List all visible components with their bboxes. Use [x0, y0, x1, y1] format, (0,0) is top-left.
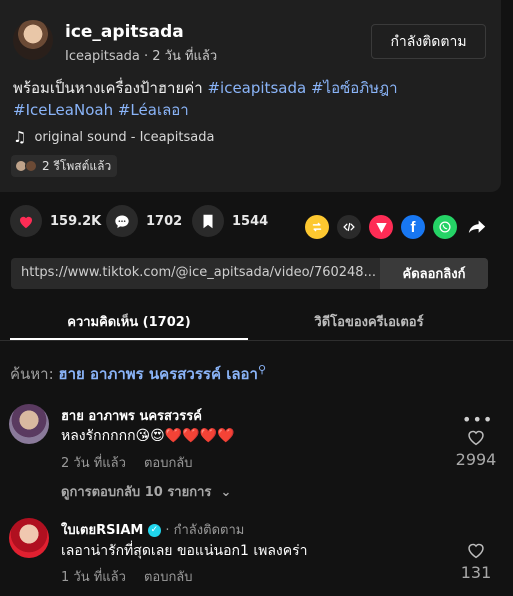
comment-like[interactable]: 2994 — [446, 428, 506, 469]
comment-text: เลอาน่ารักที่สุดเลย ขอแน่นอก1 เพลงคร่า — [61, 543, 308, 559]
verified-badge-icon: ✓ — [147, 524, 161, 537]
following-button[interactable]: กำลังติดตาม — [371, 24, 486, 59]
hashtag-link[interactable]: #Léaเลอา — [118, 101, 189, 119]
reply-button[interactable]: ตอบกลับ — [144, 566, 193, 587]
active-tab-indicator — [10, 338, 248, 340]
copy-link-button[interactable]: คัดลอกลิงก์ — [380, 258, 488, 289]
comment-time: 2 วัน ที่แล้ว — [61, 456, 126, 471]
sound-link[interactable]: ♫ original sound - Iceapitsada — [13, 128, 214, 146]
tab-comments[interactable]: ความคิดเห็น (1702) — [10, 311, 248, 332]
repost-label: 2 รีโพสต์แล้ว — [42, 158, 112, 173]
search-prefix: ค้นหา: — [10, 365, 59, 383]
hashtag-link[interactable]: #IceLeaNoah — [13, 101, 113, 119]
comment-like[interactable]: 131 — [446, 541, 506, 582]
search-suggestion[interactable]: ค้นหา: ฮาย อาภาพร นครสวรรค์ เลอา⚲ — [10, 362, 266, 386]
tab-creator-videos[interactable]: วิดีโอของครีเอเตอร์ — [250, 311, 488, 332]
comment-like-count: 131 — [460, 563, 492, 582]
video-link-box: https://www.tiktok.com/@ice_apitsada/vid… — [11, 258, 488, 289]
comment-like-count: 2994 — [455, 450, 497, 469]
view-replies-label: ดูการตอบกลับ 10 รายการ — [61, 485, 212, 500]
comment-count: 1702 — [146, 213, 183, 229]
following-tag: · กำลังติดตาม — [165, 523, 245, 538]
comment-icon[interactable] — [106, 205, 138, 237]
comment-author[interactable]: ใบเตยRSIAM — [61, 523, 143, 538]
chevron-down-icon: ⌄ — [215, 485, 232, 500]
sound-title: original sound - Iceapitsada — [34, 129, 215, 145]
video-link-text[interactable]: https://www.tiktok.com/@ice_apitsada/vid… — [21, 265, 381, 280]
save-count: 1544 — [232, 213, 269, 229]
comment-meta: 2 วัน ที่แล้ว ตอบกลับ — [61, 452, 193, 473]
commenter-avatar[interactable] — [9, 404, 49, 444]
repost-badge[interactable]: 2 รีโพสต์แล้ว — [11, 155, 118, 177]
hashtag-link[interactable]: #iceapitsada — [207, 79, 306, 97]
comment-action[interactable]: 1702 — [106, 205, 182, 237]
like-action[interactable]: 159.2K — [10, 205, 101, 237]
comment-text: หลงรักกกกก😘😍❤️❤️❤️❤️ — [61, 428, 235, 444]
bookmark-icon[interactable] — [192, 205, 224, 237]
like-count: 159.2K — [50, 213, 102, 229]
repost-avatar — [25, 160, 37, 172]
send-to-friends-icon[interactable] — [369, 215, 393, 239]
action-bar: 159.2K 1702 1544 f — [0, 205, 513, 241]
post-caption: พร้อมเป็นหางเครื่องป้าฮายค่า #iceapitsad… — [13, 77, 483, 121]
reply-button[interactable]: ตอบกลับ — [144, 452, 193, 473]
share-arrow-icon[interactable] — [465, 215, 489, 239]
comment-author-row: ใบเตยRSIAM ✓ · กำลังติดตาม — [61, 519, 244, 540]
commenter-avatar[interactable] — [9, 518, 49, 558]
comment-time: 1 วัน ที่แล้ว — [61, 570, 126, 585]
author-meta: Iceapitsada · 2 วัน ที่แล้ว — [65, 49, 218, 64]
author-username[interactable]: ice_apitsada — [65, 22, 184, 42]
search-icon: ⚲ — [257, 363, 267, 376]
heart-outline-icon[interactable] — [466, 428, 486, 446]
search-query[interactable]: ฮาย อาภาพร นครสวรรค์ เลอา — [58, 365, 258, 383]
embed-code-icon[interactable] — [337, 215, 361, 239]
heart-icon[interactable] — [10, 205, 42, 237]
post-info-card: ice_apitsada Iceapitsada · 2 วัน ที่แล้ว… — [0, 0, 501, 192]
view-replies-button[interactable]: ดูการตอบกลับ 10 รายการ ⌄ — [61, 481, 231, 502]
facebook-icon[interactable]: f — [401, 215, 425, 239]
caption-text: พร้อมเป็นหางเครื่องป้าฮายค่า — [13, 79, 208, 97]
save-action[interactable]: 1544 — [192, 205, 268, 237]
tab-bar: ความคิดเห็น (1702) วิดีโอของครีเอเตอร์ — [0, 305, 513, 341]
music-note-icon: ♫ — [13, 128, 27, 146]
whatsapp-icon[interactable] — [433, 215, 457, 239]
author-avatar[interactable] — [13, 20, 53, 60]
more-options-icon[interactable]: ••• — [462, 410, 493, 429]
repost-share-icon[interactable] — [305, 215, 329, 239]
hashtag-link[interactable]: #ไอซ์อภิษฎา — [311, 79, 398, 97]
comment-meta: 1 วัน ที่แล้ว ตอบกลับ — [61, 566, 193, 587]
comment-author[interactable]: ฮาย อาภาพร นครสวรรค์ — [61, 405, 202, 426]
heart-outline-icon[interactable] — [466, 541, 486, 559]
